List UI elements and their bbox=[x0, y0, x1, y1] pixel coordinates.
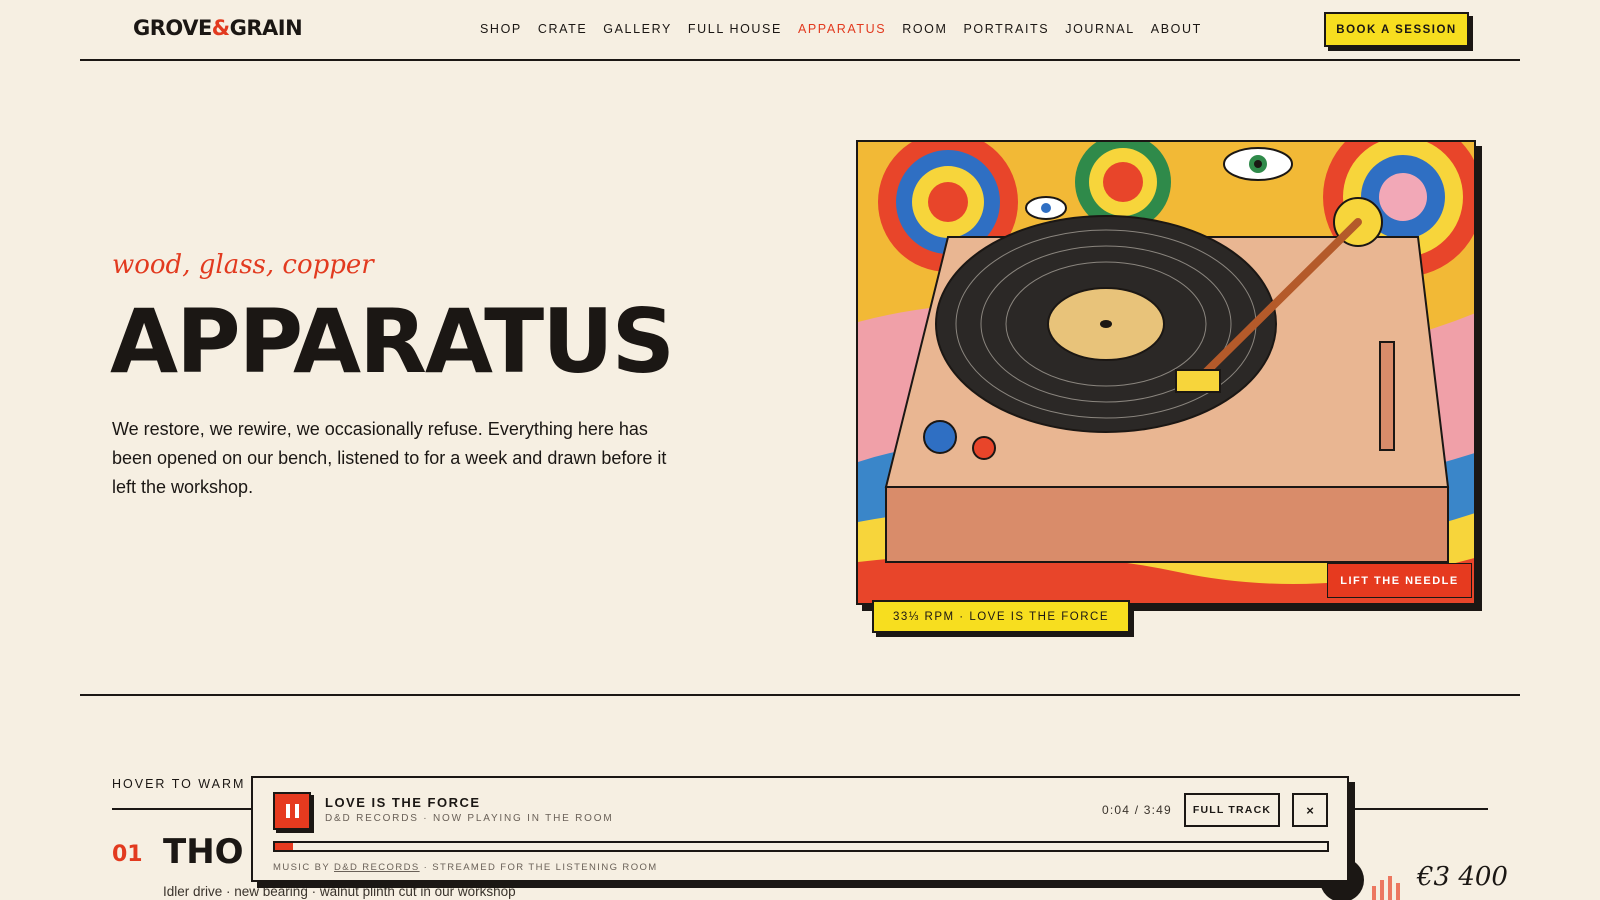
nav-apparatus[interactable]: APPARATUS bbox=[798, 22, 886, 36]
progress-fill bbox=[275, 843, 293, 850]
rpm-caption: 33⅓ RPM · LOVE IS THE FORCE bbox=[872, 600, 1130, 633]
item-number: 01 bbox=[112, 842, 143, 867]
progress-bar[interactable] bbox=[273, 841, 1329, 852]
logo-text-left: GROVE bbox=[133, 16, 212, 40]
track-subtitle: D&D RECORDS · NOW PLAYING IN THE ROOM bbox=[325, 813, 614, 824]
turntable-artwork-icon bbox=[858, 142, 1474, 603]
item-price: €3 400 bbox=[1417, 862, 1508, 892]
player-credit: MUSIC BY D&D RECORDS · STREAMED FOR THE … bbox=[273, 862, 658, 873]
nav-full-house[interactable]: FULL HOUSE bbox=[688, 22, 782, 36]
logo-ampersand: & bbox=[211, 16, 230, 40]
nav-gallery[interactable]: GALLERY bbox=[603, 22, 672, 36]
site-header: GROVE&GRAIN SHOP CRATE GALLERY FULL HOUS… bbox=[80, 0, 1520, 61]
nav-crate[interactable]: CRATE bbox=[538, 22, 587, 36]
hover-hint: HOVER TO WARM I bbox=[112, 777, 257, 791]
nav-shop[interactable]: SHOP bbox=[480, 22, 522, 36]
track-title: LOVE IS THE FORCE bbox=[325, 795, 481, 810]
logo[interactable]: GROVE&GRAIN bbox=[133, 16, 303, 40]
full-track-button[interactable]: FULL TRACK bbox=[1184, 793, 1280, 827]
nav-portraits[interactable]: PORTRAITS bbox=[964, 22, 1050, 36]
item-title: THO bbox=[163, 832, 244, 872]
pause-icon bbox=[285, 804, 290, 818]
credit-link[interactable]: D&D RECORDS bbox=[334, 862, 420, 873]
item-description: Idler drive · new bearing · walnut plint… bbox=[163, 884, 516, 899]
audio-player: LOVE IS THE FORCE D&D RECORDS · NOW PLAY… bbox=[251, 776, 1349, 882]
equalizer-icon bbox=[1372, 876, 1400, 900]
lift-needle-button[interactable]: LIFT THE NEEDLE bbox=[1327, 563, 1472, 598]
page: GROVE&GRAIN SHOP CRATE GALLERY FULL HOUS… bbox=[80, 0, 1520, 900]
track-time: 0:04 / 3:49 bbox=[1102, 803, 1172, 817]
main-nav: SHOP CRATE GALLERY FULL HOUSE APPARATUS … bbox=[480, 22, 1218, 36]
pause-icon bbox=[294, 804, 299, 818]
logo-text-right: GRAIN bbox=[229, 16, 303, 40]
turntable-illustration bbox=[856, 140, 1476, 605]
nav-journal[interactable]: JOURNAL bbox=[1065, 22, 1135, 36]
credit-suffix: · STREAMED FOR THE LISTENING ROOM bbox=[423, 862, 658, 873]
nav-about[interactable]: ABOUT bbox=[1151, 22, 1202, 36]
hero-kicker: wood, glass, copper bbox=[112, 250, 374, 280]
section-divider bbox=[80, 694, 1520, 696]
close-player-button[interactable]: × bbox=[1292, 793, 1328, 827]
nav-room[interactable]: ROOM bbox=[902, 22, 947, 36]
credit-prefix: MUSIC BY bbox=[273, 862, 330, 873]
page-title: APPARATUS bbox=[110, 290, 675, 393]
book-session-button[interactable]: BOOK A SESSION bbox=[1324, 12, 1469, 47]
hero-description: We restore, we rewire, we occasionally r… bbox=[112, 419, 667, 497]
pause-button[interactable] bbox=[273, 792, 311, 830]
